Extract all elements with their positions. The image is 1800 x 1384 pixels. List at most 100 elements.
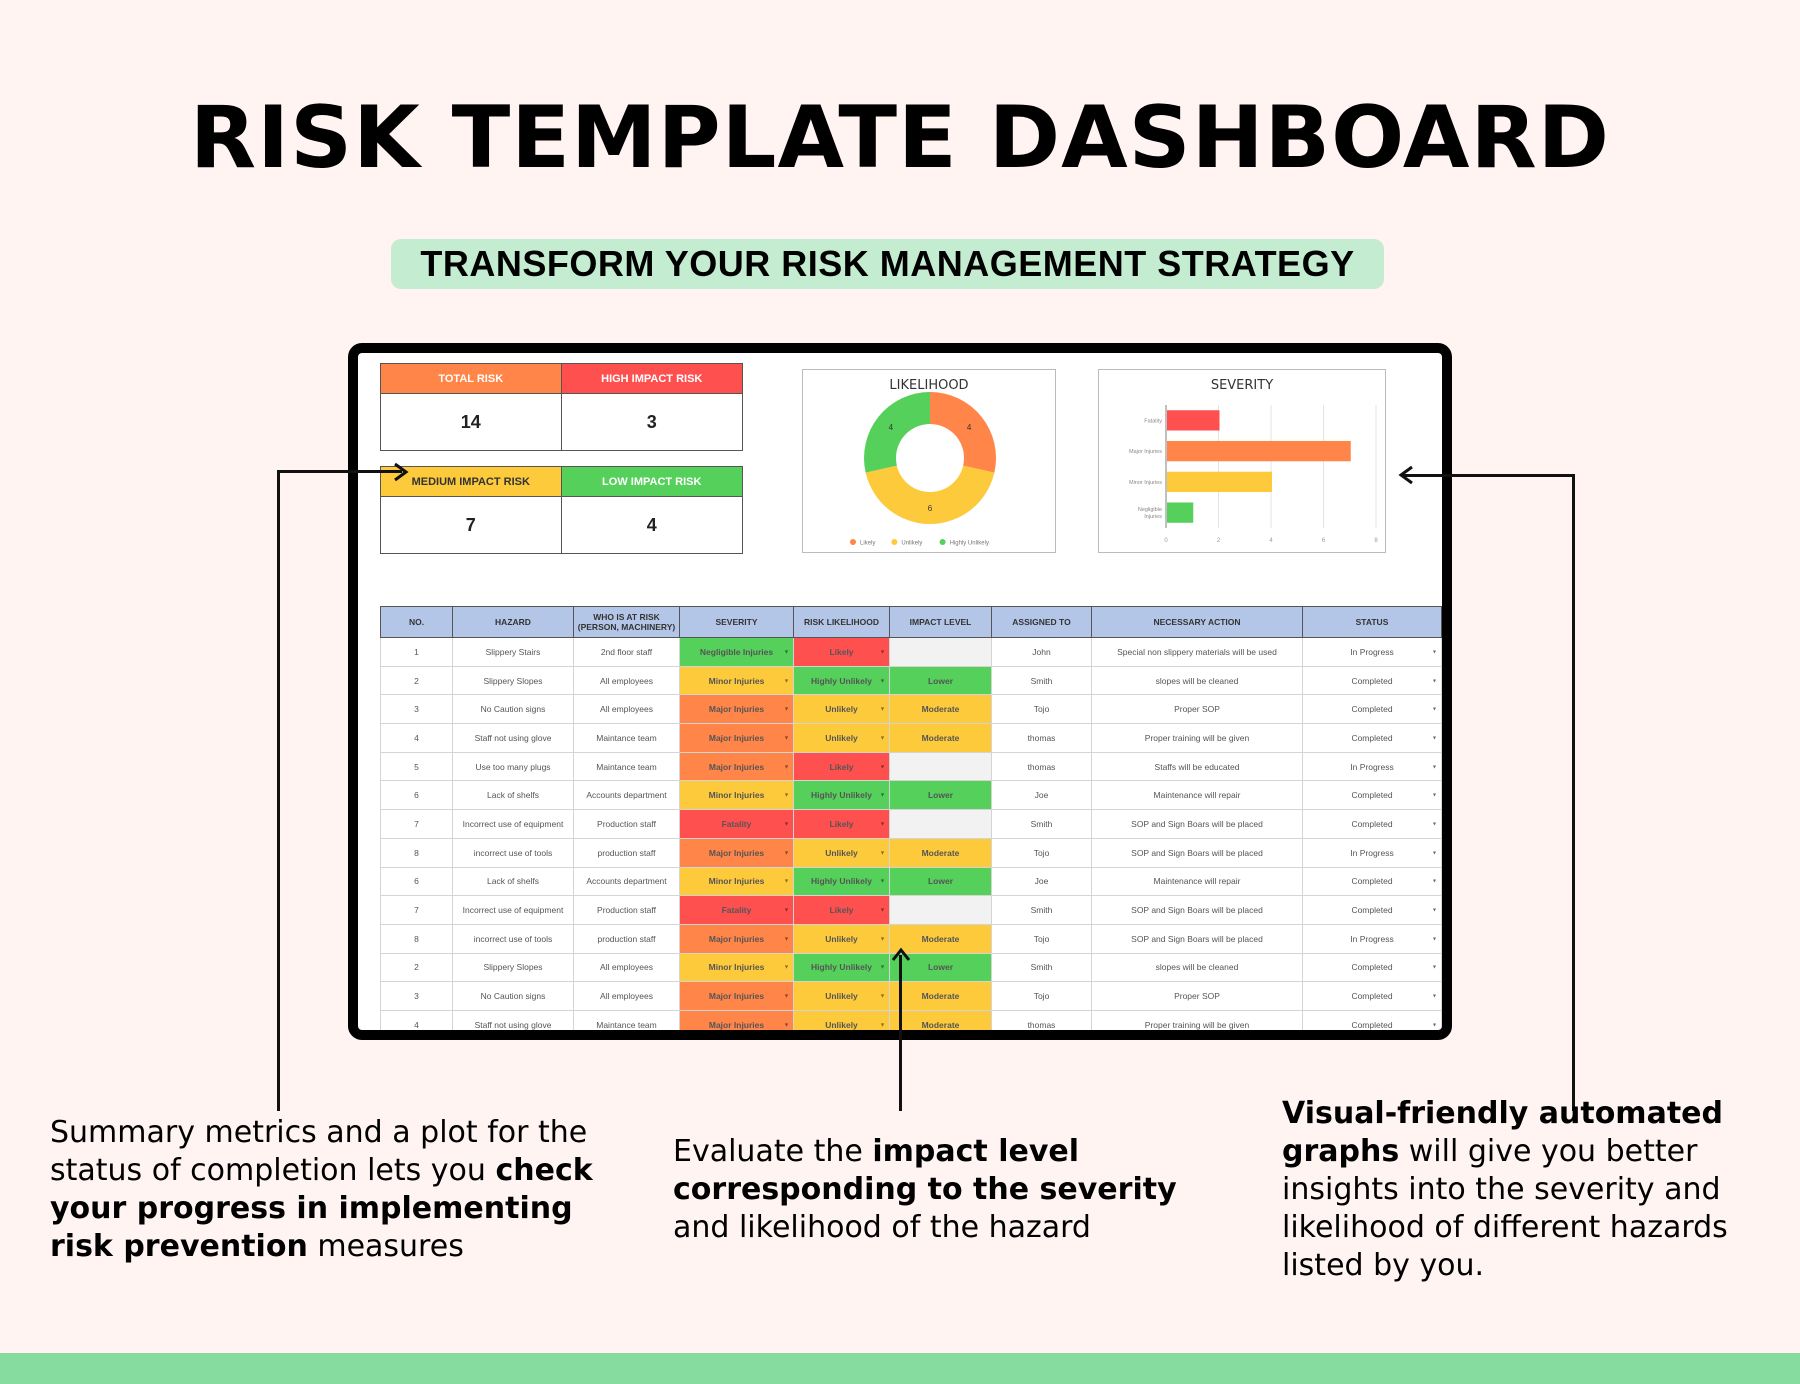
cell-status-select[interactable]: Completed ▾ [1302,809,1442,839]
cell-status-select[interactable]: In Progress ▾ [1302,923,1442,954]
dropdown-arrow-icon[interactable]: ▾ [1433,820,1436,827]
dropdown-arrow-icon[interactable]: ▾ [1433,648,1436,655]
cell-assigned-to: Smith [991,895,1092,925]
dropdown-arrow-icon[interactable]: ▾ [881,878,884,885]
cell-status-select[interactable]: Completed ▾ [1302,665,1442,696]
dropdown-arrow-icon[interactable]: ▾ [1433,907,1436,914]
cell-status-select[interactable]: In Progress ▾ [1302,751,1442,782]
dropdown-arrow-icon[interactable]: ▾ [1433,792,1436,799]
cell-status-select[interactable]: Completed ▾ [1302,895,1442,925]
cell-status-select[interactable]: Completed ▾ [1302,866,1442,897]
cell-severity-select[interactable]: Major Injuries ▾ [679,837,794,868]
dropdown-arrow-icon[interactable]: ▾ [785,763,788,770]
cell-severity-select[interactable]: Major Injuries ▾ [679,751,794,782]
cell-likelihood-select[interactable]: Highly Unlikely ▾ [793,952,890,983]
cell-likelihood-select[interactable]: Unlikely ▾ [793,1009,890,1030]
kpi-group-top: TOTAL RISK 14 HIGH IMPACT RISK 3 [380,363,743,451]
dropdown-arrow-icon[interactable]: ▾ [785,648,788,655]
dropdown-arrow-icon[interactable]: ▾ [1433,849,1436,856]
table-row: 3 No Caution signs All employees Major Inju… [380,694,1442,725]
cell-likelihood-select[interactable]: Highly Unlikely ▾ [793,780,890,811]
dropdown-arrow-icon[interactable]: ▾ [785,706,788,713]
dropdown-arrow-icon[interactable]: ▾ [1433,964,1436,971]
table-row: 7 Incorrect use of equipment Production st… [380,809,1442,839]
cell-severity-select[interactable]: Major Injuries ▾ [679,923,794,954]
cell-severity-select[interactable]: Major Injuries ▾ [679,981,794,1011]
cell-severity-select[interactable]: Minor Injuries ▾ [679,780,794,811]
donut-slice-likely [930,392,996,473]
dropdown-arrow-icon[interactable]: ▾ [881,706,884,713]
dropdown-arrow-icon[interactable]: ▾ [785,1021,788,1028]
cell-no: 2 [380,665,453,696]
cell-severity-select[interactable]: Minor Injuries ▾ [679,866,794,897]
cell-likelihood-select[interactable]: Unlikely ▾ [793,837,890,868]
cell-who-at-risk: All employees [573,981,680,1011]
dropdown-arrow-icon[interactable]: ▾ [785,935,788,942]
cell-status-select[interactable]: In Progress ▾ [1302,837,1442,868]
dropdown-arrow-icon[interactable]: ▾ [785,792,788,799]
cell-severity-select[interactable]: Fatality ▾ [679,895,794,925]
cell-likelihood-select[interactable]: Unlikely ▾ [793,694,890,725]
col-header-necessary-action: NECESSARY ACTION [1091,606,1303,638]
dropdown-arrow-icon[interactable]: ▾ [785,964,788,971]
cell-status-select[interactable]: Completed ▾ [1302,780,1442,811]
cell-no: 5 [380,751,453,782]
dropdown-arrow-icon[interactable]: ▾ [1433,734,1436,741]
cell-likelihood-select[interactable]: Unlikely ▾ [793,923,890,954]
dashboard-screenshot-frame: TOTAL RISK 14 HIGH IMPACT RISK 3 MEDIUM … [348,343,1452,1040]
dropdown-arrow-icon[interactable]: ▾ [785,734,788,741]
dropdown-arrow-icon[interactable]: ▾ [785,993,788,1000]
cell-likelihood-select[interactable]: Unlikely ▾ [793,981,890,1011]
dropdown-arrow-icon[interactable]: ▾ [881,935,884,942]
dropdown-arrow-icon[interactable]: ▾ [1433,878,1436,885]
kpi-medium-impact-value: 7 [465,514,476,535]
cell-severity-select[interactable]: Major Injuries ▾ [679,723,794,753]
dropdown-arrow-icon[interactable]: ▾ [881,964,884,971]
dropdown-arrow-icon[interactable]: ▾ [785,820,788,827]
cell-likelihood-select[interactable]: Likely ▾ [793,895,890,925]
cell-severity-select[interactable]: Minor Injuries ▾ [679,665,794,696]
dropdown-arrow-icon[interactable]: ▾ [1433,706,1436,713]
dropdown-arrow-icon[interactable]: ▾ [1433,677,1436,684]
dropdown-arrow-icon[interactable]: ▾ [1433,763,1436,770]
dropdown-arrow-icon[interactable]: ▾ [881,907,884,914]
dropdown-arrow-icon[interactable]: ▾ [785,907,788,914]
dropdown-arrow-icon[interactable]: ▾ [881,993,884,1000]
dropdown-arrow-icon[interactable]: ▾ [785,677,788,684]
dropdown-arrow-icon[interactable]: ▾ [1433,1021,1436,1028]
cell-likelihood-select[interactable]: Likely ▾ [793,751,890,782]
y-category-label: Injuries [1144,514,1162,520]
dropdown-arrow-icon[interactable]: ▾ [881,849,884,856]
cell-likelihood-select[interactable]: Likely ▾ [793,809,890,839]
cell-severity-select[interactable]: Minor Injuries ▾ [679,952,794,983]
cell-severity-select[interactable]: Major Injuries ▾ [679,694,794,725]
cell-status-select[interactable]: Completed ▾ [1302,723,1442,753]
cell-status-select[interactable]: Completed ▾ [1302,1009,1442,1030]
cell-status-select[interactable]: Completed ▾ [1302,981,1442,1011]
dropdown-arrow-icon[interactable]: ▾ [1433,935,1436,942]
x-tick-label: 6 [1322,538,1326,544]
dropdown-arrow-icon[interactable]: ▾ [881,820,884,827]
cell-likelihood-select[interactable]: Highly Unlikely ▾ [793,665,890,696]
cell-severity-select[interactable]: Negligible Injuries ▾ [679,637,794,667]
dropdown-arrow-icon[interactable]: ▾ [785,849,788,856]
dropdown-arrow-icon[interactable]: ▾ [881,648,884,655]
cell-status-select[interactable]: In Progress ▾ [1302,637,1442,667]
cell-likelihood-select[interactable]: Likely ▾ [793,637,890,667]
cell-status-select[interactable]: Completed ▾ [1302,952,1442,983]
cell-severity-select[interactable]: Major Injuries ▾ [679,1009,794,1030]
cell-no: 7 [380,895,453,925]
legend-label: Unlikely [901,541,922,547]
dropdown-arrow-icon[interactable]: ▾ [881,677,884,684]
dropdown-arrow-icon[interactable]: ▾ [881,1021,884,1028]
cell-severity-select[interactable]: Fatality ▾ [679,809,794,839]
cell-status-select[interactable]: Completed ▾ [1302,694,1442,725]
dropdown-arrow-icon[interactable]: ▾ [881,763,884,770]
dropdown-arrow-icon[interactable]: ▾ [1433,993,1436,1000]
cell-likelihood-select[interactable]: Highly Unlikely ▾ [793,866,890,897]
dropdown-arrow-icon[interactable]: ▾ [881,734,884,741]
dropdown-arrow-icon[interactable]: ▾ [881,792,884,799]
cell-hazard: Staff not using glove [452,723,574,753]
cell-likelihood-select[interactable]: Unlikely ▾ [793,723,890,753]
dropdown-arrow-icon[interactable]: ▾ [785,878,788,885]
